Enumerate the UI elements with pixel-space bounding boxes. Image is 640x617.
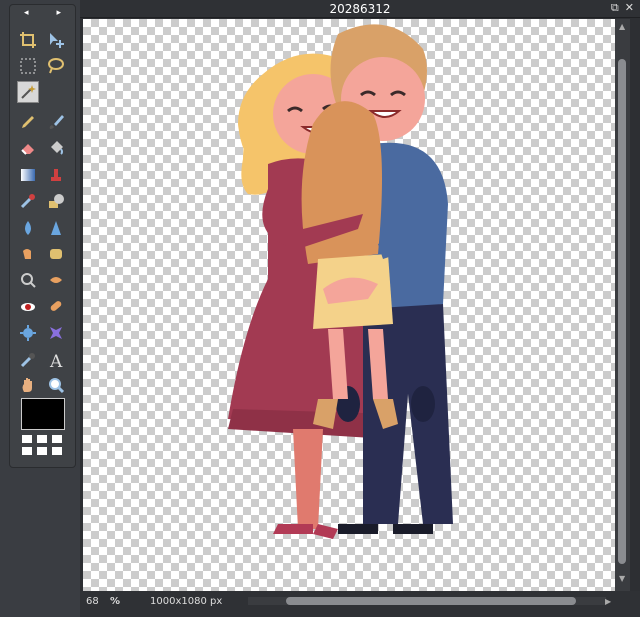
document-title: 20286312 — [329, 1, 391, 16]
status-bar: 68 % 1000x1080 px ▶ — [80, 591, 640, 617]
swatch-presets[interactable] — [22, 435, 62, 455]
sponge-icon[interactable] — [45, 243, 67, 265]
paint-bucket-icon[interactable] — [45, 137, 67, 159]
preset-swatch[interactable] — [22, 447, 32, 455]
color-replace-icon[interactable] — [17, 190, 39, 212]
horizontal-scroll-thumb[interactable] — [286, 597, 576, 605]
lasso-icon[interactable] — [45, 55, 67, 77]
blur-icon[interactable] — [17, 217, 39, 239]
toolbox: ◂ ▸ A — [9, 4, 76, 468]
pencil-icon[interactable] — [17, 111, 39, 133]
scroll-up-icon[interactable]: ▲ — [619, 22, 625, 31]
sharpen-icon[interactable] — [45, 217, 67, 239]
toolbox-nav: ◂ ▸ — [10, 5, 75, 21]
bloat-icon[interactable] — [17, 322, 39, 344]
scroll-right-icon[interactable]: ▶ — [605, 597, 611, 606]
brush-icon[interactable] — [45, 111, 67, 133]
red-eye-icon[interactable] — [17, 295, 39, 317]
pinch-icon[interactable] — [45, 322, 67, 344]
eraser-icon[interactable] — [17, 137, 39, 159]
horizontal-scrollbar[interactable] — [248, 597, 606, 605]
restore-icon[interactable]: ⧉ — [611, 1, 619, 15]
image-dimensions: 1000x1080 px — [150, 596, 223, 607]
drawing-icon[interactable] — [45, 190, 67, 212]
color-picker-icon[interactable] — [17, 349, 39, 371]
collapse-right-icon[interactable]: ▸ — [56, 8, 61, 18]
svg-text:A: A — [49, 352, 63, 369]
gradient-icon[interactable] — [17, 164, 39, 186]
image-canvas[interactable] — [83, 19, 615, 591]
zoom-percent: % — [110, 596, 121, 607]
preset-swatch[interactable] — [22, 435, 32, 443]
burn-icon[interactable] — [45, 269, 67, 291]
window-titlebar[interactable]: 20286312 ⧉ ✕ — [80, 0, 640, 18]
spot-heal-icon[interactable] — [45, 295, 67, 317]
hand-icon[interactable] — [17, 374, 39, 396]
preset-swatch[interactable] — [52, 435, 62, 443]
collapse-left-icon[interactable]: ◂ — [24, 8, 29, 18]
magic-wand-icon[interactable] — [17, 81, 39, 103]
crop-icon[interactable] — [17, 29, 39, 51]
preset-swatch[interactable] — [52, 447, 62, 455]
zoom-icon[interactable] — [45, 374, 67, 396]
marquee-icon[interactable] — [17, 55, 39, 77]
foreground-color-swatch[interactable] — [21, 398, 65, 430]
vertical-scrollbar[interactable]: ▲ ▼ — [615, 19, 630, 591]
clone-stamp-icon[interactable] — [45, 164, 67, 186]
close-icon[interactable]: ✕ — [625, 1, 634, 15]
family-illustration — [228, 24, 453, 539]
document-window: 20286312 ⧉ ✕ ▲ ▼ 68 % 1000x1080 px ▶ — [80, 0, 640, 617]
vertical-scroll-thumb[interactable] — [618, 59, 626, 564]
preset-swatch[interactable] — [37, 435, 47, 443]
preset-swatch[interactable] — [37, 447, 47, 455]
move-icon[interactable] — [45, 29, 67, 51]
type-icon[interactable]: A — [45, 349, 67, 371]
zoom-level[interactable]: 68 — [86, 596, 99, 607]
dodge-icon[interactable] — [17, 269, 39, 291]
smudge-icon[interactable] — [17, 243, 39, 265]
scroll-down-icon[interactable]: ▼ — [619, 574, 625, 583]
